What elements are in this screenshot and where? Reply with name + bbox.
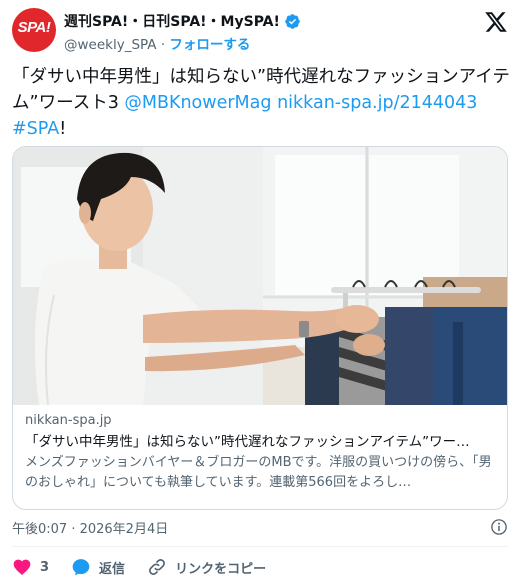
action-bar: 3 返信 リンクをコピー xyxy=(12,556,288,578)
info-icon[interactable] xyxy=(490,518,508,536)
hashtag-link[interactable]: #SPA xyxy=(12,119,59,139)
handle-row: @weekly_SPA · フォローする xyxy=(64,33,250,53)
avatar[interactable]: SPA! xyxy=(12,8,56,52)
tweet-trailing: ! xyxy=(59,119,67,139)
display-name[interactable]: 週刊SPA!・日刊SPA!・MySPA! xyxy=(64,11,280,31)
card-meta: nikkan-spa.jp 「ダサい中年男性」は知らない”時代遅れなファッション… xyxy=(25,413,497,493)
link-icon xyxy=(149,559,165,575)
reply-icon xyxy=(72,559,90,576)
copy-link-button[interactable]: リンクをコピー xyxy=(147,557,266,577)
copy-link-label: リンクをコピー xyxy=(175,561,267,577)
card-image xyxy=(13,147,507,405)
verified-badge-icon xyxy=(285,13,300,29)
url-link[interactable]: nikkan-spa.jp/2144043 xyxy=(277,93,477,113)
link-card[interactable]: nikkan-spa.jp 「ダサい中年男性」は知らない”時代遅れなファッション… xyxy=(12,146,508,510)
tweet-header: SPA! 週刊SPA!・日刊SPA!・MySPA! @weekly_SPA · … xyxy=(12,8,508,53)
card-description: メンズファッションバイヤー＆ブロガーのMBです。洋服の買いつけの傍ら、「男のおし… xyxy=(25,455,492,490)
divider xyxy=(12,546,508,547)
avatar-logo-text: SPA! xyxy=(17,19,51,36)
x-logo-icon[interactable] xyxy=(484,10,508,34)
reply-label: 返信 xyxy=(99,561,126,577)
reply-button[interactable]: 返信 xyxy=(71,557,125,577)
card-domain: nikkan-spa.jp xyxy=(25,413,112,428)
mention-link[interactable]: @MBKnowerMag xyxy=(124,93,271,113)
handle-separator: · xyxy=(156,37,170,53)
like-count: 3 xyxy=(40,559,50,575)
tweet-text: 「ダサい中年男性」は知らない”時代遅れなファッションアイテム”ワースト3 @MB… xyxy=(12,64,512,142)
tweet-timestamp[interactable]: 午後0:07 · 2026年2月4日 xyxy=(12,518,168,537)
card-title[interactable]: 「ダサい中年男性」は知らない”時代遅れなファッションアイテム”ワー… xyxy=(25,431,497,453)
like-button[interactable]: 3 xyxy=(12,557,49,577)
name-row: 週刊SPA!・日刊SPA!・MySPA! xyxy=(64,11,301,31)
follow-button[interactable]: フォローする xyxy=(169,37,250,53)
handle[interactable]: @weekly_SPA xyxy=(64,37,157,53)
heart-icon xyxy=(13,559,31,575)
